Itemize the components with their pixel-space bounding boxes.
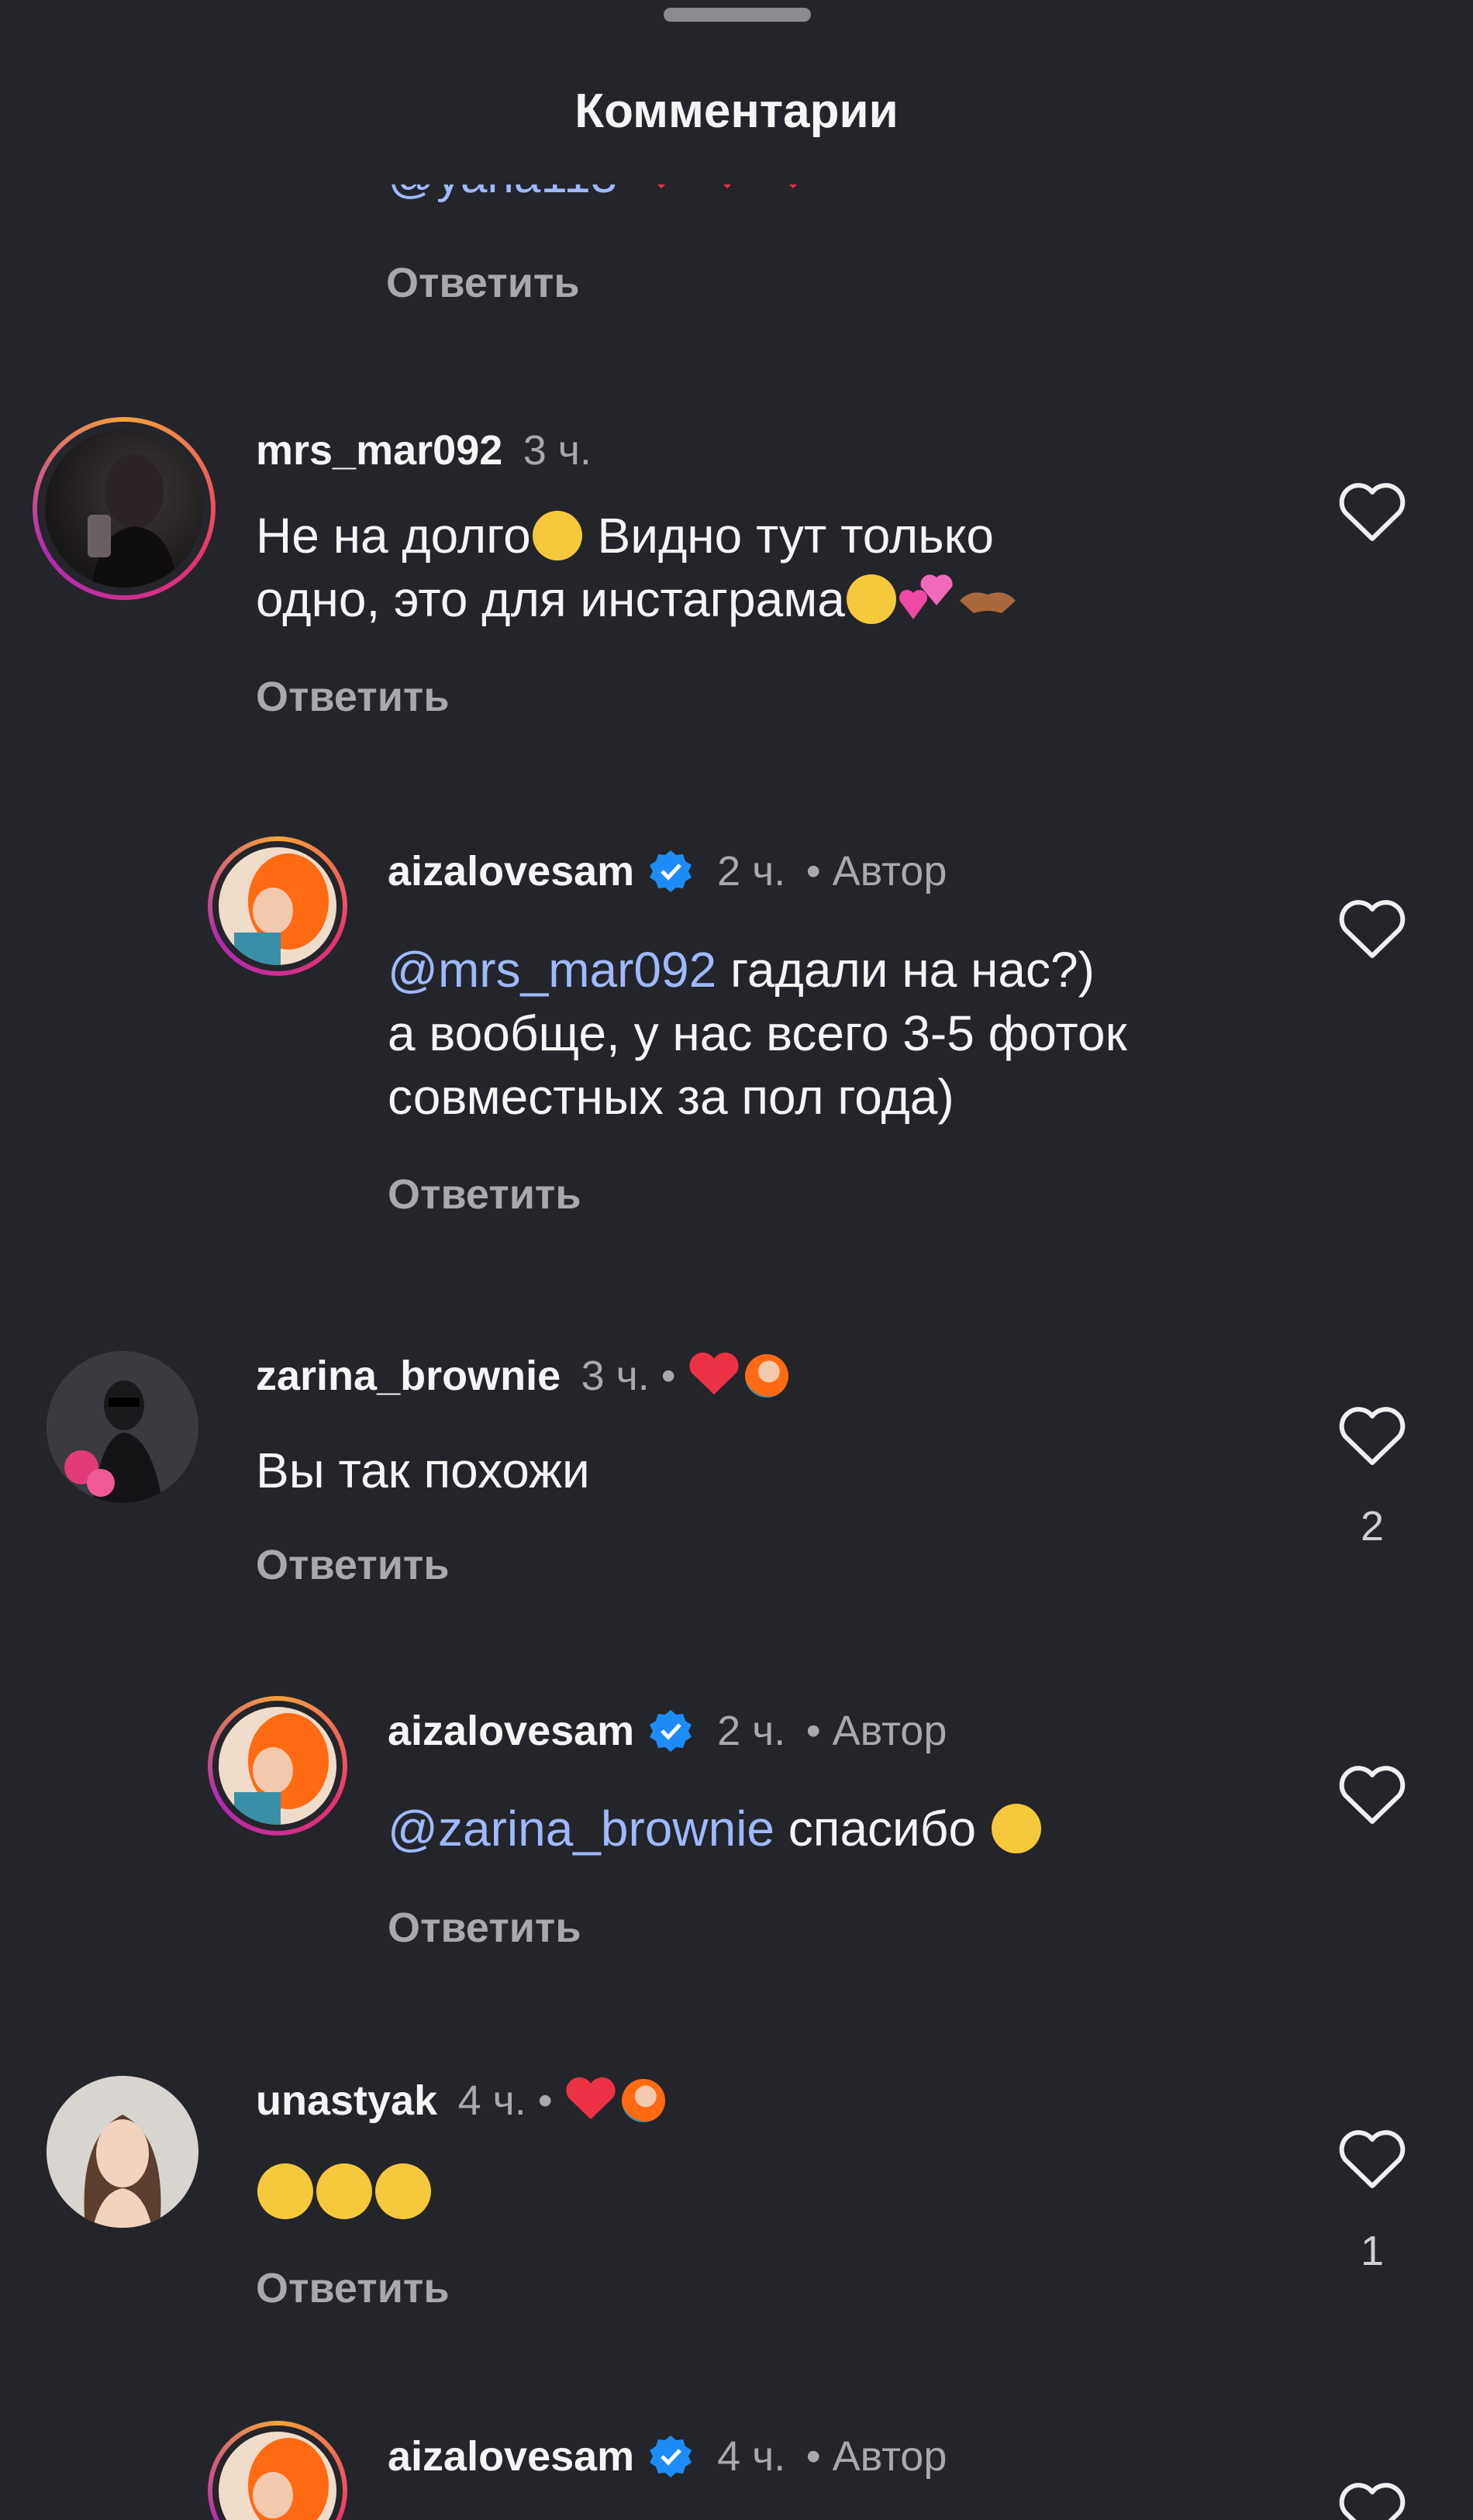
username[interactable]: unastyak xyxy=(256,2077,437,2124)
author-badge: • Автор xyxy=(805,1708,947,1754)
two-hearts-emoji-icon xyxy=(899,574,953,619)
heart-outline-icon[interactable] xyxy=(1337,900,1407,962)
heart-eyes-emoji-icon xyxy=(991,1804,1041,1853)
reply-button[interactable]: Ответить xyxy=(388,1170,581,1219)
avatar[interactable] xyxy=(219,1707,336,1825)
laughing-emoji-icon xyxy=(532,511,582,560)
reply-button[interactable]: Ответить xyxy=(256,673,450,721)
mention-link[interactable]: @yana113 xyxy=(388,184,617,203)
author-like-avatar xyxy=(621,2079,665,2122)
heart-filled-icon xyxy=(566,2077,616,2119)
timestamp: 3 ч. • xyxy=(581,1353,676,1399)
timestamp: 3 ч. xyxy=(523,427,592,474)
avatar[interactable] xyxy=(47,1351,198,1503)
avatar-photo-icon xyxy=(88,454,177,588)
handshake-emoji-icon xyxy=(959,592,1016,613)
page-title: Комментарии xyxy=(574,84,899,138)
heart-filled-icon xyxy=(689,1352,739,1394)
reply-button[interactable]: Ответить xyxy=(256,1541,450,1589)
avatar[interactable] xyxy=(45,429,203,588)
reply-button[interactable]: Ответить xyxy=(256,2264,450,2312)
smiling-emoji-icon xyxy=(846,574,896,624)
avatar-photo-icon xyxy=(47,1351,198,1503)
avatar[interactable] xyxy=(47,2076,198,2228)
drag-handle[interactable] xyxy=(664,8,811,22)
heart-outline-icon[interactable] xyxy=(1337,483,1407,545)
comment-header: aizalovesam 2 ч. • Автор xyxy=(388,847,947,895)
like-count: 2 xyxy=(1360,1503,1385,1550)
comments-list[interactable]: @yana113 Ответить mrs_mar092 3 ч. Не на … xyxy=(0,184,1473,2520)
username[interactable]: zarina_brownie xyxy=(256,1353,561,1399)
avatar-photo-icon xyxy=(84,2115,161,2228)
heart-eyes-emoji-icon xyxy=(316,2163,372,2219)
mention-link[interactable]: @mrs_mar092 xyxy=(388,942,716,998)
comment-text: @mrs_mar092 гадали на нас?) а вообще, у … xyxy=(388,942,1127,1125)
verified-badge-icon xyxy=(649,850,692,892)
heart-outline-icon[interactable] xyxy=(1337,2130,1407,2192)
avatar-photo-icon xyxy=(234,853,329,965)
timestamp: 4 ч. • xyxy=(457,2077,553,2124)
username[interactable]: aizalovesam xyxy=(388,1708,634,1754)
comment-header: aizalovesam 4 ч. • Автор xyxy=(388,2432,947,2480)
author-badge: • Автор xyxy=(805,2433,947,2480)
comment-header: unastyak 4 ч. • xyxy=(256,2076,665,2125)
comment-text: Не на долго Видно тут только одно, это д… xyxy=(256,504,1264,631)
comment-text: @zarina_brownie спасибо xyxy=(388,1797,1043,1860)
mention-link[interactable]: @zarina_brownie xyxy=(388,1801,774,1856)
comment-text: Вы так похожи xyxy=(256,1443,590,1498)
comment-text xyxy=(256,2163,433,2219)
comment-header: zarina_brownie 3 ч. • xyxy=(256,1351,788,1400)
heart-outline-icon[interactable] xyxy=(1337,1766,1407,1828)
username[interactable]: aizalovesam xyxy=(388,848,634,895)
author-badge: • Автор xyxy=(805,848,947,895)
avatar[interactable] xyxy=(219,847,336,965)
verified-badge-icon xyxy=(649,1710,692,1752)
hearts-emoji-icon xyxy=(657,184,798,188)
heart-eyes-emoji-icon xyxy=(375,2163,431,2219)
comment-header: aizalovesam 2 ч. • Автор xyxy=(388,1707,947,1755)
reply-button[interactable]: Ответить xyxy=(388,1904,581,1952)
partial-comment-text: @yana113 xyxy=(388,184,824,204)
timestamp: 4 ч. xyxy=(717,2433,786,2480)
author-like-avatar xyxy=(744,1354,788,1398)
comment-header: mrs_mar092 3 ч. xyxy=(256,426,592,474)
timestamp: 2 ч. xyxy=(717,1708,786,1754)
verified-badge-icon xyxy=(649,2436,692,2477)
username[interactable]: aizalovesam xyxy=(388,2433,634,2480)
avatar-photo-icon xyxy=(234,1713,329,1825)
heart-outline-icon[interactable] xyxy=(1337,1407,1407,1469)
like-count: 1 xyxy=(1360,2228,1385,2274)
reply-button[interactable]: Ответить xyxy=(386,259,580,307)
heart-outline-icon[interactable] xyxy=(1337,2483,1407,2520)
timestamp: 2 ч. xyxy=(717,848,786,895)
heart-eyes-emoji-icon xyxy=(257,2163,313,2219)
username[interactable]: mrs_mar092 xyxy=(256,427,502,474)
